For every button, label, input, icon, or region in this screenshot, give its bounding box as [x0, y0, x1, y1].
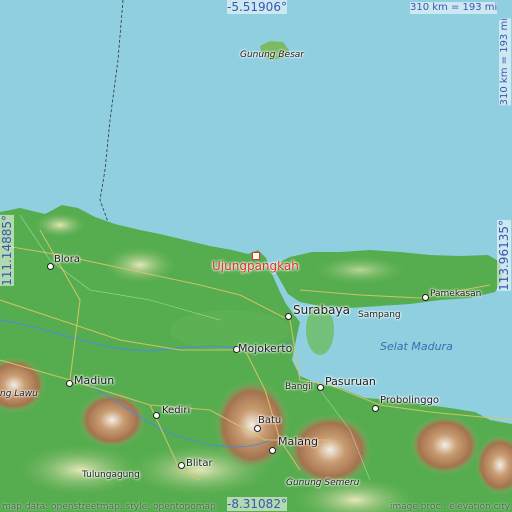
- target-label: Ujungpangkah: [212, 259, 299, 273]
- city-dot: [422, 294, 429, 301]
- scale-bar-right: 310 km = 193 mi: [499, 18, 511, 106]
- place-label: Batu: [258, 415, 282, 426]
- city-dot: [317, 384, 324, 391]
- place-label: Tulungagung: [82, 470, 140, 480]
- right-longitude: 113.96135°: [497, 220, 511, 291]
- place-label: Pamekasan: [430, 289, 482, 299]
- place-label: Blitar: [186, 458, 213, 469]
- place-label: Mojokerto: [238, 342, 293, 355]
- place-label: Surabaya: [293, 303, 350, 317]
- scale-bar-top: 310 km = 193 mi: [410, 2, 498, 14]
- place-label: Madiun: [74, 374, 115, 387]
- place-label: Pasuruan: [325, 375, 376, 388]
- left-longitude: 111.14885°: [0, 215, 14, 286]
- map-credit: map data: openstreetmap, style: opentopo…: [2, 502, 216, 512]
- place-label: Gunung Semeru: [286, 478, 360, 488]
- place-label: ng Lawu: [0, 389, 38, 399]
- place-label: Gunung Besar: [240, 50, 304, 60]
- place-label: Malang: [278, 435, 318, 448]
- place-label: Probolinggo: [380, 395, 440, 406]
- city-dot: [66, 380, 73, 387]
- city-dot: [372, 405, 379, 412]
- top-latitude: -5.51906°: [227, 0, 287, 14]
- city-dot: [47, 263, 54, 270]
- city-dot: [269, 447, 276, 454]
- city-dot: [178, 462, 185, 469]
- place-label: Sampang: [358, 310, 401, 320]
- sea-label: Selat Madura: [380, 340, 453, 353]
- place-label: Blora: [54, 254, 80, 265]
- image-credit: image proc.: elevation.city: [389, 502, 510, 512]
- place-label: Bangil: [285, 382, 314, 392]
- city-dot: [285, 313, 292, 320]
- city-dot: [254, 425, 261, 432]
- bottom-latitude: -8.31082°: [227, 497, 287, 511]
- city-dot: [153, 412, 160, 419]
- place-label: Kediri: [162, 405, 191, 416]
